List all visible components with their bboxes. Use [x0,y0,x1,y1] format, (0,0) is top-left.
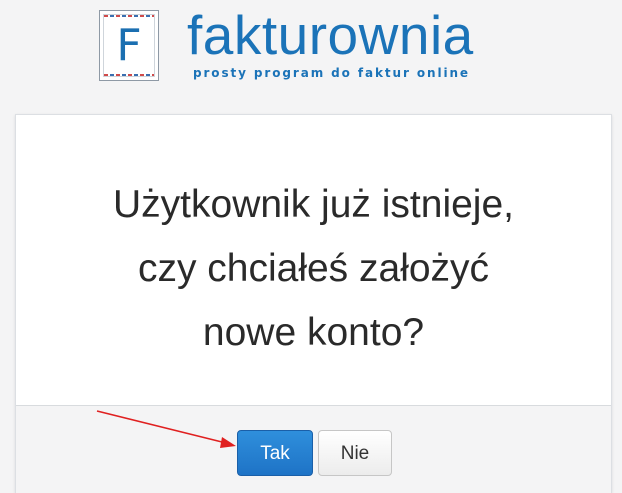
brand-tagline: prosty program do faktur online [193,66,470,80]
logo-letter: F [116,20,142,71]
dialog-message-line-3: nowe konto? [202,311,425,354]
brand-logo-icon: F [99,10,159,81]
yes-button[interactable]: Tak [237,430,313,476]
dialog-message: Użytkownik już istnieje, czy chciałeś za… [16,173,611,365]
dialog-card: Użytkownik już istnieje, czy chciałeś za… [15,114,612,493]
logo-stamp-border-bottom [104,74,154,76]
dialog-message-line-2: czy chciałeś założyć [137,247,490,290]
dialog-body: Użytkownik już istnieje, czy chciałeś za… [16,115,611,405]
brand-name: fakturownia [187,4,474,66]
dialog-message-line-1: Użytkownik już istnieje, [113,183,514,226]
no-button[interactable]: Nie [318,430,392,476]
logo-stamp-border-top [104,15,154,17]
dialog-footer [16,405,611,493]
